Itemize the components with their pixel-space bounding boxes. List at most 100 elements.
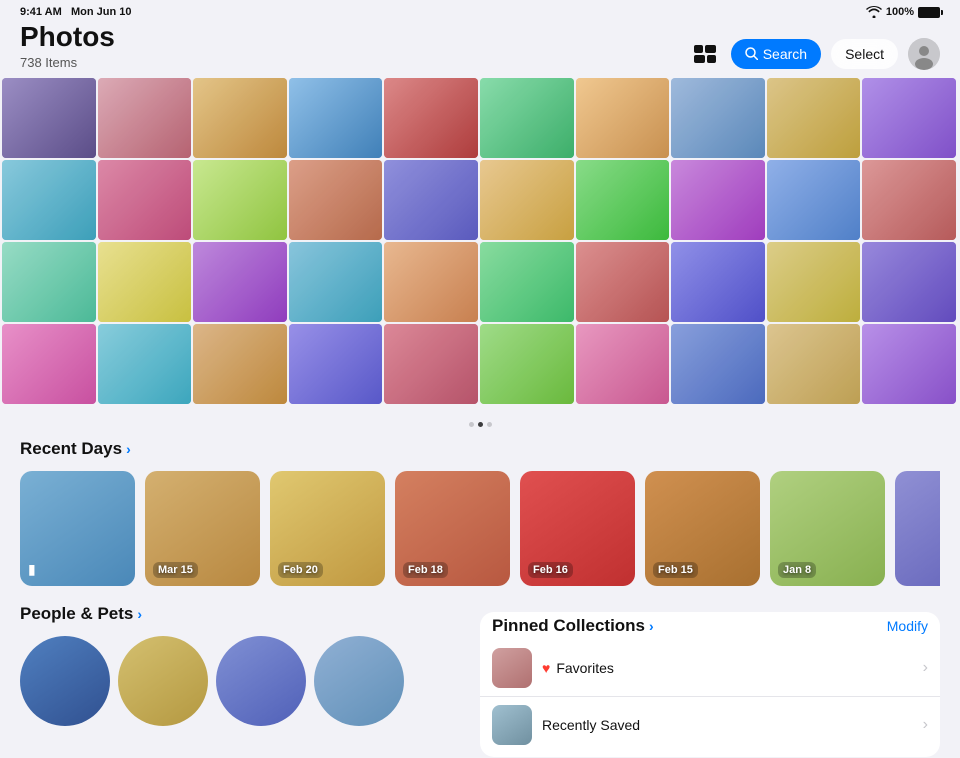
photo-cell[interactable] xyxy=(98,324,192,404)
grid-toggle-icon xyxy=(694,45,716,63)
people-card[interactable] xyxy=(118,636,208,726)
search-icon xyxy=(745,47,758,60)
photo-cell[interactable] xyxy=(671,242,765,322)
photo-cell[interactable] xyxy=(98,242,192,322)
photo-cell[interactable] xyxy=(98,78,192,158)
pinned-collection-item[interactable]: ♥Favorites › xyxy=(480,640,940,697)
dot-3 xyxy=(487,422,492,427)
photo-cell[interactable] xyxy=(862,78,956,158)
day-card[interactable]: Feb 18 xyxy=(395,471,510,586)
photo-cell[interactable] xyxy=(193,324,287,404)
recent-days-chevron: › xyxy=(126,441,131,457)
battery-label: 100% xyxy=(886,6,914,18)
recent-days-header[interactable]: Recent Days › xyxy=(20,439,940,459)
grid-toggle-button[interactable] xyxy=(689,38,721,70)
photo-cell[interactable] xyxy=(289,160,383,240)
date-label: Feb 15 xyxy=(653,562,698,578)
photo-cell[interactable] xyxy=(862,242,956,322)
photo-cell[interactable] xyxy=(289,324,383,404)
pinned-collections-header: Pinned Collections › Modify xyxy=(480,616,940,636)
photo-cell[interactable] xyxy=(289,78,383,158)
photo-grid-container[interactable] xyxy=(0,78,960,418)
pinned-item-label: Recently Saved xyxy=(542,717,913,733)
photo-cell[interactable] xyxy=(193,78,287,158)
day-card[interactable]: Feb 16 xyxy=(520,471,635,586)
photo-cell[interactable] xyxy=(480,78,574,158)
bookmark-icon: ▮ xyxy=(28,561,36,578)
day-card[interactable]: Jan 8 xyxy=(770,471,885,586)
status-indicators: 100% xyxy=(866,6,940,18)
photo-cell[interactable] xyxy=(2,78,96,158)
photo-cell[interactable] xyxy=(384,242,478,322)
photo-cell[interactable] xyxy=(2,242,96,322)
photo-cell[interactable] xyxy=(862,324,956,404)
photo-cell[interactable] xyxy=(767,324,861,404)
pinned-item-thumbnail xyxy=(492,705,532,745)
day-card[interactable]: Feb 15 xyxy=(645,471,760,586)
day-card[interactable] xyxy=(895,471,940,586)
pinned-items-list: ♥Favorites › Recently Saved › xyxy=(480,640,940,753)
day-card[interactable]: Mar 15 xyxy=(145,471,260,586)
people-card[interactable] xyxy=(314,636,404,726)
avatar[interactable] xyxy=(908,38,940,70)
chevron-right-icon: › xyxy=(923,716,928,734)
pinned-collections-section: Pinned Collections › Modify ♥Favorites›R… xyxy=(480,604,940,757)
pinned-item-label: ♥Favorites xyxy=(542,660,913,676)
date-label: Mar 15 xyxy=(153,562,198,578)
date-label: Feb 20 xyxy=(278,562,323,578)
photo-cell[interactable] xyxy=(576,78,670,158)
recent-days-title: Recent Days xyxy=(20,439,122,459)
photo-cell[interactable] xyxy=(384,160,478,240)
pinned-item-thumbnail xyxy=(492,648,532,688)
pinned-collection-item[interactable]: Recently Saved › xyxy=(480,697,940,753)
header: Photos 738 Items Search Select xyxy=(0,22,960,78)
header-title-area: Photos 738 Items xyxy=(20,22,115,70)
photo-cell[interactable] xyxy=(671,324,765,404)
photo-cell[interactable] xyxy=(193,242,287,322)
photo-cell[interactable] xyxy=(384,78,478,158)
dot-1 xyxy=(469,422,474,427)
photo-cell[interactable] xyxy=(480,324,574,404)
dot-2 xyxy=(478,422,483,427)
day-card[interactable]: Feb 20 xyxy=(270,471,385,586)
avatar-icon xyxy=(908,38,940,70)
people-card[interactable] xyxy=(216,636,306,726)
photo-cell[interactable] xyxy=(767,242,861,322)
modify-button[interactable]: Modify xyxy=(887,618,928,634)
status-bar: 9:41 AM Mon Jun 10 100% xyxy=(0,0,960,22)
day-card[interactable]: ▮ xyxy=(20,471,135,586)
pinned-collections-card: Pinned Collections › Modify ♥Favorites›R… xyxy=(480,612,940,757)
people-pets-section: People & Pets › xyxy=(20,604,480,757)
photo-cell[interactable] xyxy=(862,160,956,240)
photo-cell[interactable] xyxy=(576,242,670,322)
bottom-panel: Recent Days › ▮ Mar 15 Feb 20 Feb 18 Feb 16 F… xyxy=(0,418,960,758)
photo-cell[interactable] xyxy=(98,160,192,240)
photo-cell[interactable] xyxy=(480,160,574,240)
recent-days-section: Recent Days › ▮ Mar 15 Feb 20 Feb 18 Feb 16 F… xyxy=(0,427,960,596)
wifi-icon xyxy=(866,6,882,18)
pinned-collections-title: Pinned Collections › xyxy=(492,616,654,636)
people-card[interactable] xyxy=(20,636,110,726)
photo-cell[interactable] xyxy=(289,242,383,322)
heart-icon: ♥ xyxy=(542,660,550,676)
photo-cell[interactable] xyxy=(193,160,287,240)
photo-cell[interactable] xyxy=(384,324,478,404)
people-pets-header[interactable]: People & Pets › xyxy=(20,604,480,624)
photo-cell[interactable] xyxy=(671,78,765,158)
date-label: Feb 16 xyxy=(528,562,573,578)
photo-cell[interactable] xyxy=(671,160,765,240)
photo-cell[interactable] xyxy=(2,160,96,240)
select-button[interactable]: Select xyxy=(831,39,898,69)
photo-cell[interactable] xyxy=(576,160,670,240)
two-col-row: People & Pets › Pinned Collections › Mod… xyxy=(0,596,960,757)
photo-grid xyxy=(0,78,960,404)
photo-cell[interactable] xyxy=(767,78,861,158)
photo-cell[interactable] xyxy=(767,160,861,240)
photo-cell[interactable] xyxy=(480,242,574,322)
photo-cell[interactable] xyxy=(576,324,670,404)
chevron-right-icon: › xyxy=(923,659,928,677)
status-time-date: 9:41 AM Mon Jun 10 xyxy=(20,6,131,18)
photo-cell[interactable] xyxy=(2,324,96,404)
search-button[interactable]: Search xyxy=(731,39,821,69)
people-grid xyxy=(20,636,480,726)
